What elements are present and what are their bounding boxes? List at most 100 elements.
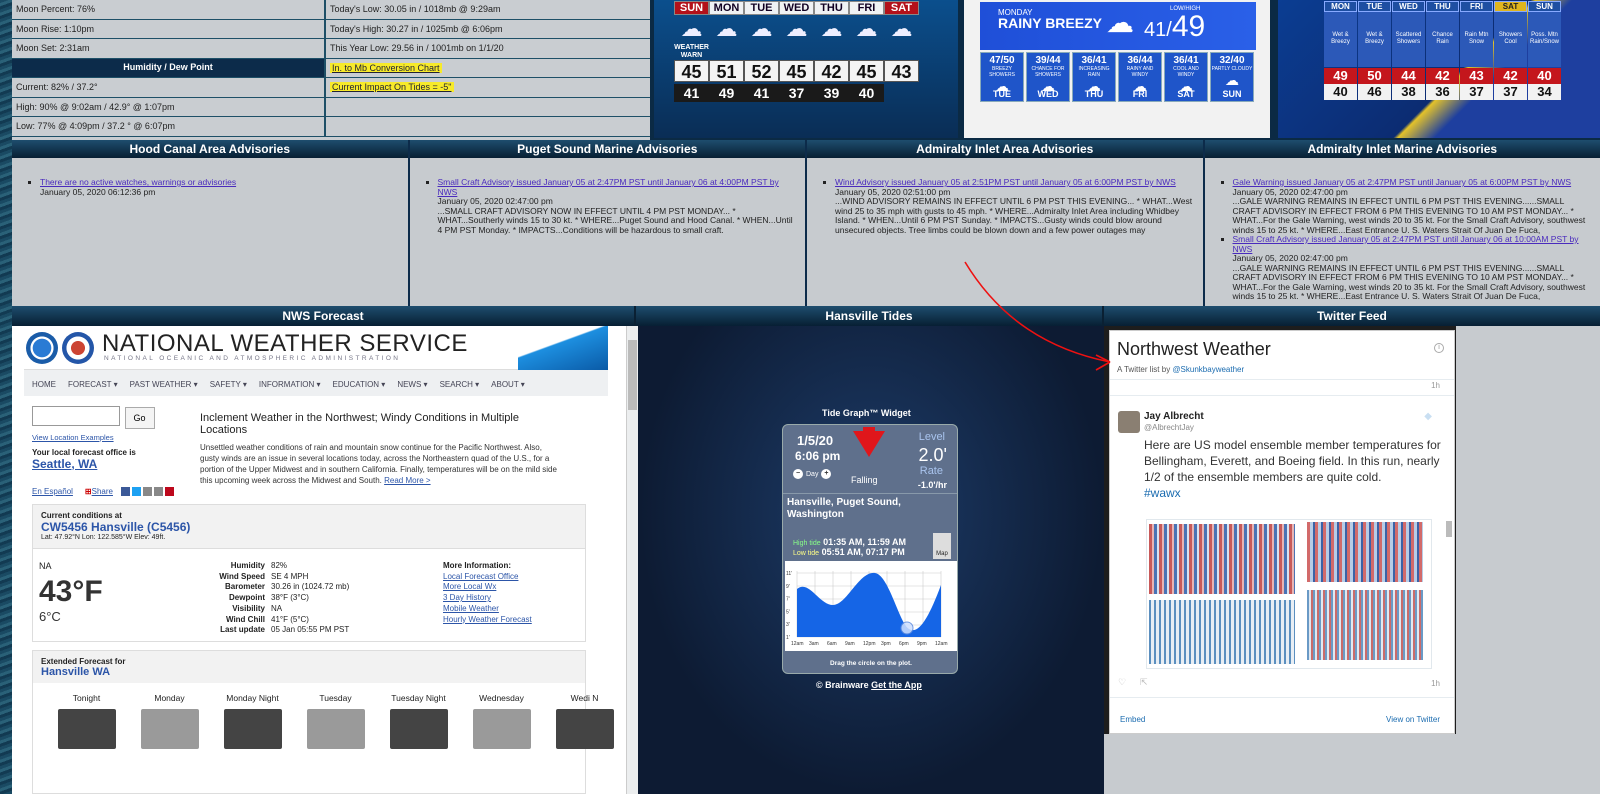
advisory-link[interactable]: Gale Warning issued January 05 at 2:47PM… (1233, 177, 1572, 187)
facebook-icon[interactable] (120, 486, 130, 496)
pinterest-icon[interactable] (164, 486, 174, 496)
day-minus-button[interactable]: − (793, 469, 803, 479)
nws-menu-item[interactable]: EDUCATION ▾ (333, 380, 386, 396)
tide-impact-link[interactable]: Current Impact On Tides = -5" (330, 82, 454, 92)
avatar[interactable] (1118, 411, 1140, 433)
office-label: Your local forecast office is (32, 447, 136, 457)
condition-label: Wet & Breezy (1324, 12, 1357, 67)
nws-menu-item[interactable]: ABOUT ▾ (491, 380, 525, 396)
nws-menu-item[interactable]: HOME (32, 380, 56, 396)
nws-logo[interactable] (62, 332, 94, 364)
low-temp: 41 (674, 84, 709, 102)
stats-table: Moon Percent: 76% Today's Low: 30.05 in /… (12, 0, 650, 140)
tweet-handle[interactable]: @AlbrechtJay (1144, 423, 1194, 432)
twitter-scroll-thumb[interactable] (1446, 521, 1452, 537)
high-temp: 50 (1358, 68, 1391, 84)
office-link[interactable]: Seattle, WA (32, 457, 97, 471)
noaa-logo[interactable] (26, 332, 58, 364)
nws-menu-item[interactable]: SEARCH ▾ (440, 380, 480, 396)
high-temp: 52 (744, 60, 779, 82)
tweet-author[interactable]: Jay Albrecht (1144, 411, 1204, 422)
advisory-link[interactable]: There are no active watches, warnings or… (40, 177, 236, 187)
twitter-icon[interactable] (131, 486, 141, 496)
advisory-link[interactable]: Small Craft Advisory issued January 05 a… (1233, 234, 1579, 254)
nws-menu-item[interactable]: SAFETY ▾ (210, 380, 247, 396)
ef-location[interactable]: Hansville WA (41, 666, 110, 678)
day-plus-button[interactable]: + (821, 469, 832, 479)
advisory-link[interactable]: Small Craft Advisory issued January 05 a… (438, 177, 779, 197)
condition-label: Showers Cool (1494, 12, 1527, 67)
nws-menu-item[interactable]: PAST WEATHER ▾ (130, 380, 198, 396)
tide-chart-svg[interactable]: 11' 9' 7' 5' 3' 1' 12am 3am 6am 9am 12pm 3pm 6pm 9pm… (785, 561, 957, 651)
more-info-link[interactable]: Mobile Weather (443, 604, 499, 613)
tide-plot[interactable]: 11' 9' 7' 5' 3' 1' 12am 3am 6am 9am 12pm 3pm 6pm 9pm… (785, 561, 957, 651)
five-day-row: 47/50 BREEZY SHOWERS ☁ TUE 39/44 CHANCE FOR S… (980, 52, 1256, 102)
forecast-day[interactable]: Tuesday Night (377, 693, 460, 749)
forecast-day[interactable]: Tuesday (294, 693, 377, 749)
cc-label: Current conditions at (41, 511, 122, 520)
view-on-twitter-link[interactable]: View on Twitter (1386, 715, 1440, 724)
scrollbar[interactable] (626, 326, 638, 794)
tides-panel: Tide Graph™ Widget 1/5/20 6:06 pm − Day … (638, 326, 1104, 794)
read-more-link[interactable]: Read More > (384, 476, 430, 485)
list-owner-link[interactable]: @Skunkbayweather (1172, 365, 1244, 374)
humidity-row: High: 90% @ 9:02am / 42.9° @ 1:07pm (12, 97, 650, 117)
twitter-side-gap (1456, 326, 1600, 794)
get-app-link[interactable]: Get the App (871, 680, 922, 690)
twitter-timeline[interactable]: Northwest Weather i A Twitter list by @S… (1109, 330, 1455, 734)
hashtag-link[interactable]: #wawx (1144, 486, 1181, 500)
conversion-chart-link[interactable]: In. to Mb Conversion Chart (330, 62, 442, 73)
email-icon[interactable] (142, 486, 152, 496)
share-icon[interactable]: ⊞ (85, 487, 92, 496)
humidity-left: Low: 77% @ 4:09pm / 37.2 ° @ 6:07pm (12, 117, 326, 136)
tweet-text: Here are US model ensemble member temper… (1144, 438, 1441, 500)
forecast-day[interactable]: Monday Night (211, 693, 294, 749)
cc-header: Current conditions at CW5456 Hansville (… (33, 505, 585, 549)
print-icon[interactable] (153, 486, 163, 496)
condition-label: Chance Rain (1426, 12, 1459, 67)
share-tweet-icon[interactable]: ⇱ (1140, 677, 1148, 688)
more-info: More Information: Local Forecast Office M… (443, 561, 532, 625)
map-button[interactable]: Map (933, 533, 951, 559)
forecast-day[interactable]: Wedi N (543, 693, 626, 749)
cc-condition: NA (39, 561, 52, 571)
condition-label: Poss. Mtn Rain/Snow (1528, 12, 1561, 67)
advisory-title: Admiralty Inlet Marine Advisories (1204, 140, 1600, 158)
forecast-icon (306, 709, 365, 749)
nws-menu-item[interactable]: FORECAST ▾ (68, 380, 118, 396)
more-info-link[interactable]: Local Forecast Office (443, 572, 518, 581)
location-input[interactable] (32, 406, 120, 426)
low-temp: 40 (849, 84, 884, 102)
more-info-link[interactable]: Hourly Weather Forecast (443, 615, 532, 624)
cc-station[interactable]: CW5456 Hansville (C5456) (41, 520, 190, 534)
nws-frame[interactable]: NATIONAL WEATHER SERVICE NATIONAL OCEANI… (12, 326, 638, 794)
forecast-day[interactable]: Wednesday (460, 693, 543, 749)
tweet-image[interactable] (1146, 519, 1432, 669)
info-icon[interactable]: i (1434, 343, 1444, 353)
nws-menu-item[interactable]: NEWS ▾ (397, 380, 427, 396)
espanol-link[interactable]: En Español (32, 487, 73, 496)
advisory-column: Admiralty Inlet Area Advisories Wind Advi… (807, 140, 1205, 306)
x-tick: 9pm (917, 641, 927, 647)
scroll-thumb[interactable] (628, 340, 637, 410)
time-drag-handle[interactable] (900, 621, 914, 635)
day-tile: 36/44 RAINY AND WINDY ☁ FRI (1118, 52, 1162, 102)
advisory-link[interactable]: Wind Advisory issued January 05 at 2:51P… (835, 177, 1176, 187)
forecast-icon (140, 709, 199, 749)
location-examples-link[interactable]: View Location Examples (32, 433, 114, 442)
embed-link[interactable]: Embed (1120, 715, 1145, 724)
go-button[interactable]: Go (124, 406, 155, 429)
more-info-link[interactable]: More Local Wx (443, 582, 496, 591)
twitter-panel: Northwest Weather i A Twitter list by @S… (1104, 326, 1600, 794)
day-label: TUE (744, 1, 779, 15)
condition-label: Rain Mtn Snow (1460, 12, 1493, 67)
day-control: − Day + (793, 469, 832, 479)
advisory-item: Gale Warning issued January 05 at 2:47PM… (1233, 177, 1595, 235)
forecast-day[interactable]: Tonight (45, 693, 128, 749)
more-info-link[interactable]: 3 Day History (443, 593, 491, 602)
forecast-day[interactable]: Monday (128, 693, 211, 749)
nws-menu-item[interactable]: INFORMATION ▾ (259, 380, 321, 396)
reply-icon[interactable]: ♡ (1118, 677, 1126, 688)
share-link[interactable]: Share (92, 487, 113, 496)
header-swoosh (518, 326, 608, 370)
